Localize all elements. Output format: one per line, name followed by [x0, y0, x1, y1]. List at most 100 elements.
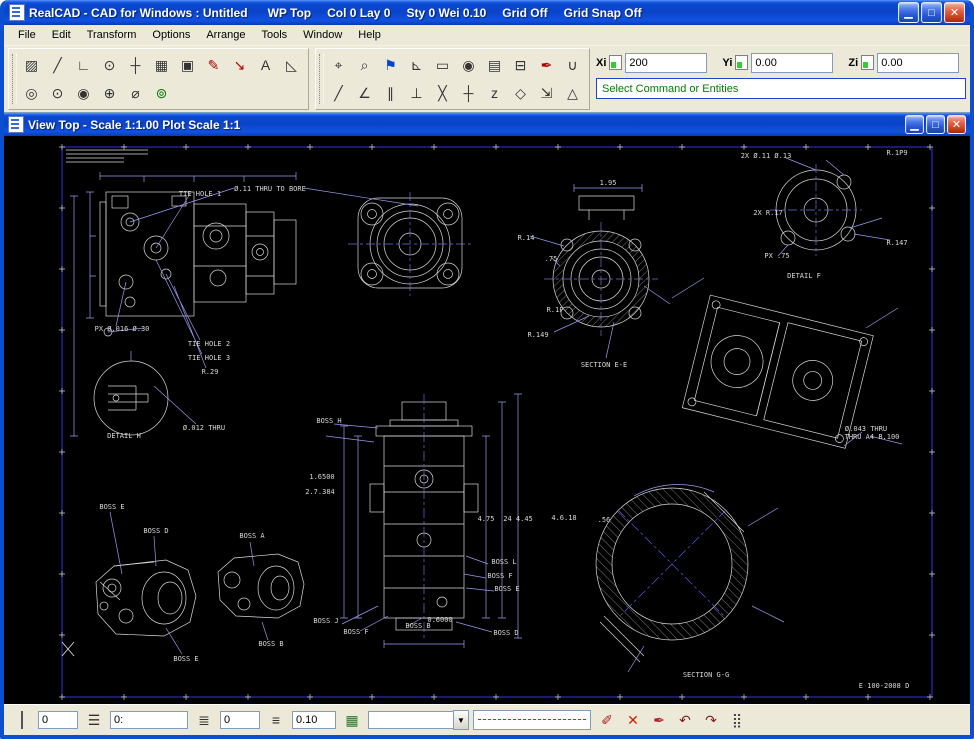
close-button[interactable]: ✕	[944, 2, 965, 23]
xi-input[interactable]	[625, 53, 707, 73]
menu-file[interactable]: File	[10, 27, 44, 43]
layer-input[interactable]	[110, 711, 188, 729]
main-titlebar[interactable]: RealCAD - CAD for Windows : Untitled WP …	[4, 0, 970, 25]
redline-pen-icon[interactable]: ✒	[534, 53, 559, 77]
zoom-icon[interactable]: ⌕	[352, 53, 377, 77]
command-prompt[interactable]: Select Command or Entities	[596, 78, 966, 99]
osnap-intersect-icon[interactable]: ╳	[430, 81, 455, 105]
circle-copy-icon[interactable]: ⊚	[149, 81, 174, 105]
lineweight-input[interactable]	[292, 711, 336, 729]
redo-icon[interactable]: ↷	[699, 709, 723, 731]
osnap-z-icon[interactable]: z	[482, 81, 507, 105]
linetype-button[interactable]: ≣	[192, 709, 216, 731]
osnap-quadrant-icon[interactable]: ◇	[508, 81, 533, 105]
chamfer-icon[interactable]: ◺	[279, 53, 304, 77]
active-color-button[interactable]	[10, 709, 34, 731]
menu-arrange[interactable]: Arrange	[198, 27, 253, 43]
delete-entity-icon[interactable]: ✕	[621, 709, 645, 731]
osnap-line-icon[interactable]: ╱	[326, 81, 351, 105]
view-close-button[interactable]: ✕	[947, 115, 966, 134]
color-index-input[interactable]	[38, 711, 78, 729]
minimize-button[interactable]: ▁	[898, 2, 919, 23]
dimension-icon[interactable]: ↘	[227, 53, 252, 77]
ruler-icon[interactable]: ⊟	[508, 53, 533, 77]
titlebar-status-segment: Sty 0 Wei 0.10	[406, 6, 486, 20]
osnap-end-icon[interactable]: ∠	[352, 81, 377, 105]
osnap-angle-icon[interactable]: △	[560, 81, 585, 105]
point-snap-icon[interactable]: ┼	[123, 53, 148, 77]
yi-lock-icon[interactable]	[735, 55, 748, 70]
camera-icon[interactable]: ◉	[456, 53, 481, 77]
view-window-title: View Top - Scale 1:1.00 Plot Scale 1:1	[28, 118, 240, 132]
toolbar-icon-glyph: ⌖	[335, 57, 343, 73]
menu-transform[interactable]: Transform	[79, 27, 145, 43]
pan-icon[interactable]: ⌖	[326, 53, 351, 77]
circle-3pt-icon[interactable]: ⊙	[45, 81, 70, 105]
layers-button[interactable]: ☰	[82, 709, 106, 731]
osnap-parallel-icon[interactable]: ∥	[378, 81, 403, 105]
undo-icon[interactable]: ↶	[673, 709, 697, 731]
menu-tools[interactable]: Tools	[253, 27, 295, 43]
yi-input[interactable]	[751, 53, 833, 73]
menu-help[interactable]: Help	[350, 27, 389, 43]
lineweight-button[interactable]: ≡	[264, 709, 288, 731]
zi-lock-icon[interactable]	[861, 55, 874, 70]
view-window-titlebar[interactable]: View Top - Scale 1:1.00 Plot Scale 1:1 ▁…	[4, 112, 970, 136]
toolbar-icon-glyph: ✒	[541, 57, 553, 73]
zoom-extents-icon[interactable]: ⚑	[378, 53, 403, 77]
grid-dots-icon[interactable]: ⣿	[725, 709, 749, 731]
app-icon	[9, 4, 25, 21]
osnap-center-icon[interactable]: ┼	[456, 81, 481, 105]
circle-diameter-icon[interactable]: ⌀	[123, 81, 148, 105]
view-minimize-button[interactable]: ▁	[905, 115, 924, 134]
menu-window[interactable]: Window	[295, 27, 350, 43]
text-icon[interactable]: A	[253, 53, 278, 77]
toolbar-icon-glyph: ◺	[286, 57, 297, 73]
view-flange	[304, 188, 472, 296]
osnap-perpendicular-icon[interactable]: ⊥	[404, 81, 429, 105]
select-fence-icon[interactable]: ▨	[19, 53, 44, 77]
freehand-sketch-icon[interactable]: ✎	[201, 53, 226, 77]
button-glyph: ✕	[950, 7, 959, 19]
linetype-input[interactable]	[220, 711, 260, 729]
circle-2pt-icon[interactable]: ◎	[19, 81, 44, 105]
axes-icon[interactable]: ⊾	[404, 53, 429, 77]
menu-options[interactable]: Options	[144, 27, 198, 43]
zi-input[interactable]	[877, 53, 959, 73]
toolbar-grip[interactable]	[319, 54, 324, 104]
toolbar-icon-glyph: ⊙	[104, 57, 116, 73]
hatch-icon[interactable]: ▦	[149, 53, 174, 77]
image-icon[interactable]: ▣	[175, 53, 200, 77]
toolbar-icon-glyph: ✐	[601, 712, 613, 728]
toolbar-icon-glyph: ▣	[181, 57, 194, 73]
circle-center-icon[interactable]: ⊙	[97, 53, 122, 77]
render-icon[interactable]: ▤	[482, 53, 507, 77]
osnap-measure-icon[interactable]: ⇲	[534, 81, 559, 105]
cells-icon: ▦	[345, 712, 358, 728]
polyline-icon[interactable]: ∟	[71, 53, 96, 77]
maximize-button[interactable]: □	[921, 2, 942, 23]
drawing-canvas[interactable]: Ø.11 THRU TO BORETIE HOLE 1PX Ø.016 Ø.30…	[4, 136, 970, 704]
combo-dropdown-arrow[interactable]: ▼	[453, 710, 469, 730]
redline-icon[interactable]: ✒	[647, 709, 671, 731]
toolbar-grip[interactable]	[12, 54, 17, 104]
viewport-icon[interactable]: ▭	[430, 53, 455, 77]
materials-icon[interactable]: ∪	[560, 53, 585, 77]
view-restore-button[interactable]: □	[926, 115, 945, 134]
dropper-icon[interactable]: ✐	[595, 709, 619, 731]
linestyle-preview[interactable]	[473, 710, 591, 730]
style-combo-input[interactable]	[368, 711, 453, 729]
button-glyph: ▁	[904, 7, 912, 19]
xi-lock-icon[interactable]	[609, 55, 622, 70]
circle-radius-icon[interactable]: ⊕	[97, 81, 122, 105]
cells-button[interactable]: ▦	[340, 709, 364, 731]
command-prompt-text: Select Command or Entities	[602, 83, 738, 95]
toolbar-icon-glyph: ∥	[387, 85, 394, 101]
menu-edit[interactable]: Edit	[44, 27, 79, 43]
window-title: RealCAD - CAD for Windows : Untitled	[29, 6, 248, 20]
toolbar-icon-glyph: ▤	[488, 57, 501, 73]
titlebar-status-segment: Grid Snap Off	[564, 6, 642, 20]
circle-tangent-icon[interactable]: ◉	[71, 81, 96, 105]
line-icon[interactable]: ╱	[45, 53, 70, 77]
lineweight-icon: ≡	[272, 712, 280, 728]
